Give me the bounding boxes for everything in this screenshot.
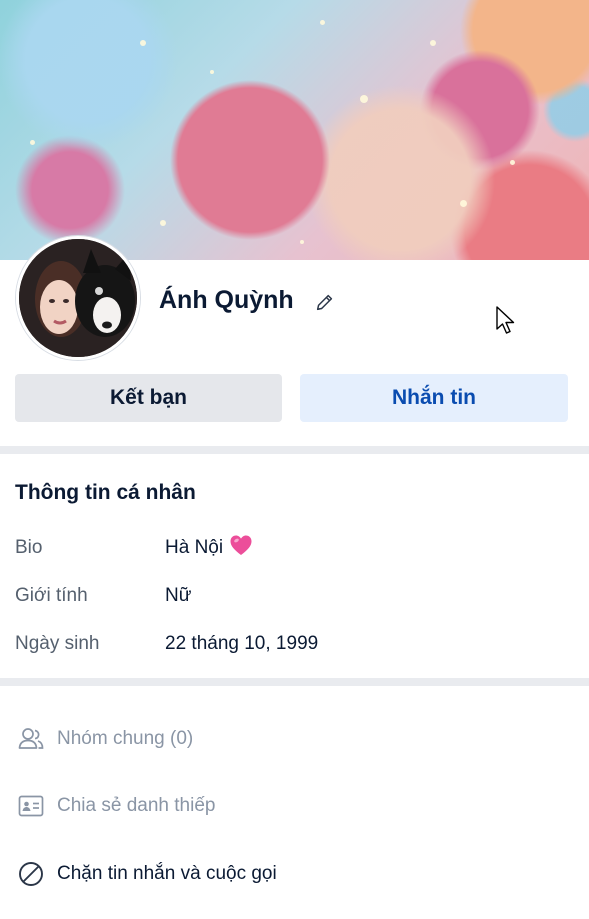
common-groups-item[interactable]: Nhóm chung (0)	[0, 711, 589, 767]
pink-heart-icon	[230, 535, 252, 555]
share-contact-card-label: Chia sẻ danh thiếp	[57, 795, 216, 816]
section-divider	[0, 678, 589, 686]
gender-label: Giới tính	[15, 585, 88, 606]
bio-value-row: Hà Nội	[165, 534, 253, 559]
avatar[interactable]	[16, 236, 140, 360]
block-icon	[19, 862, 43, 886]
section-divider	[0, 446, 589, 454]
block-messages-calls-item[interactable]: Chặn tin nhắn và cuộc gọi	[0, 846, 589, 902]
group-icon	[18, 728, 44, 749]
birthday-value: 22 tháng 10, 1999	[165, 633, 319, 654]
mouse-cursor-icon	[496, 306, 515, 334]
avatar-photo	[19, 239, 137, 357]
common-groups-label: Nhóm chung (0)	[57, 728, 194, 749]
profile-name: Ánh Quỳnh	[159, 286, 294, 314]
cover-photo	[0, 0, 589, 260]
edit-pencil-icon[interactable]	[314, 291, 336, 313]
gender-value: Nữ	[165, 585, 192, 606]
block-messages-calls-label: Chặn tin nhắn và cuộc gọi	[57, 863, 277, 884]
add-friend-button[interactable]: Kết bạn	[15, 374, 282, 422]
bio-value: Hà Nội	[165, 537, 224, 558]
message-button[interactable]: Nhắn tin	[300, 374, 568, 422]
share-contact-card-item[interactable]: Chia sẻ danh thiếp	[0, 778, 589, 834]
personal-info-title: Thông tin cá nhân	[15, 481, 196, 504]
birthday-label: Ngày sinh	[15, 633, 100, 654]
bio-label: Bio	[15, 537, 43, 558]
contact-card-icon	[18, 795, 44, 817]
